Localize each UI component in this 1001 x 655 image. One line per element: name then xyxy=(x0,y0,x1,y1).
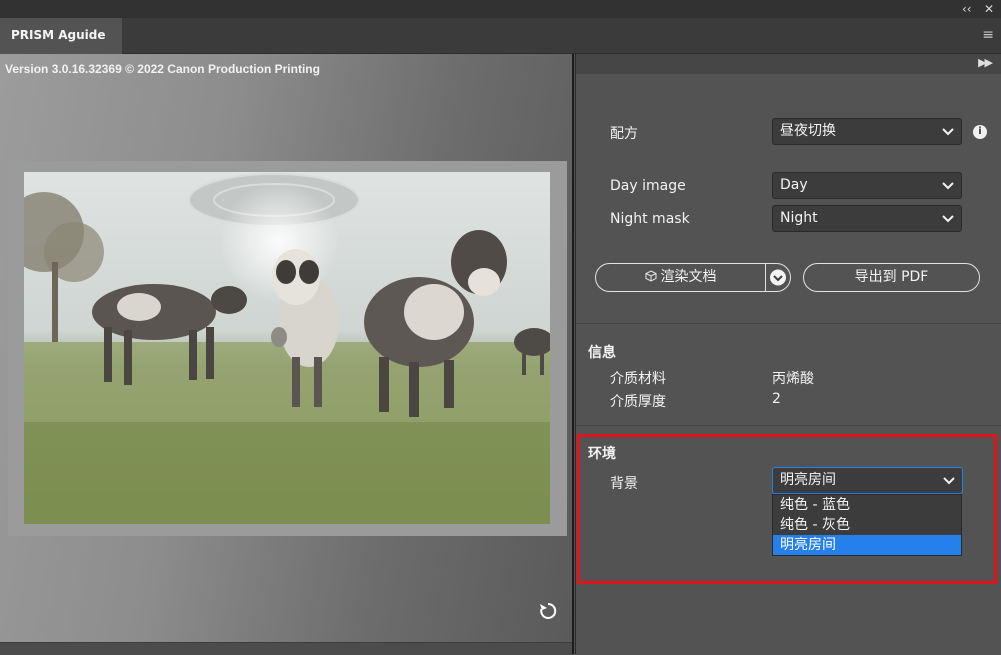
window-titlebar: ‹‹ ✕ xyxy=(0,0,1001,18)
day-image-select[interactable]: Day xyxy=(772,172,962,199)
close-icon[interactable]: ✕ xyxy=(984,1,994,17)
highlight-annotation xyxy=(577,434,997,584)
recipe-select-value: 昼夜切换 xyxy=(780,123,836,139)
day-image-label: Day image xyxy=(610,178,686,194)
recipe-label: 配方 xyxy=(610,126,638,142)
chevron-down-icon xyxy=(942,215,954,223)
media-material-value: 丙烯酸 xyxy=(772,371,814,387)
info-icon[interactable]: i xyxy=(973,125,987,139)
refresh-icon[interactable] xyxy=(538,601,558,621)
night-mask-label: Night mask xyxy=(610,211,690,227)
version-label: Version 3.0.16.32369 © 2022 Canon Produc… xyxy=(5,62,320,76)
media-thickness-label: 介质厚度 xyxy=(610,394,666,410)
cube-icon xyxy=(645,270,656,282)
section-divider xyxy=(576,323,1001,324)
export-pdf-button[interactable]: 导出到 PDF xyxy=(803,263,980,292)
media-material-label: 介质材料 xyxy=(610,371,666,387)
day-image-select-value: Day xyxy=(780,177,808,193)
panel-menu-icon[interactable]: ≡ xyxy=(982,27,994,43)
recipe-select[interactable]: 昼夜切换 xyxy=(772,118,962,145)
chevron-down-icon xyxy=(942,128,954,136)
settings-header: ▶▶ xyxy=(576,54,1001,74)
render-document-button[interactable]: 渲染文档 xyxy=(595,263,766,292)
render-document-label: 渲染文档 xyxy=(660,269,717,285)
chevron-down-circle-icon xyxy=(770,269,786,286)
tab-strip: PRISM Aguide XL ≡ xyxy=(0,18,1001,77)
render-options-button[interactable] xyxy=(765,263,791,292)
media-thickness-value: 2 xyxy=(772,391,781,407)
night-mask-select-value: Night xyxy=(780,210,818,226)
tab-prism-aguide[interactable]: PRISM Aguide XL xyxy=(0,18,122,77)
splitter-dark[interactable] xyxy=(572,54,574,654)
bottom-scrollbar[interactable] xyxy=(0,642,572,655)
preview-image xyxy=(24,172,550,524)
night-mask-select[interactable]: Night xyxy=(772,205,962,232)
info-section-title: 信息 xyxy=(588,345,616,361)
chevron-down-icon xyxy=(942,182,954,190)
collapse-panels-icon[interactable]: ‹‹ xyxy=(962,1,972,17)
section-divider xyxy=(576,425,1001,426)
expand-panel-icon[interactable]: ▶▶ xyxy=(978,56,993,69)
